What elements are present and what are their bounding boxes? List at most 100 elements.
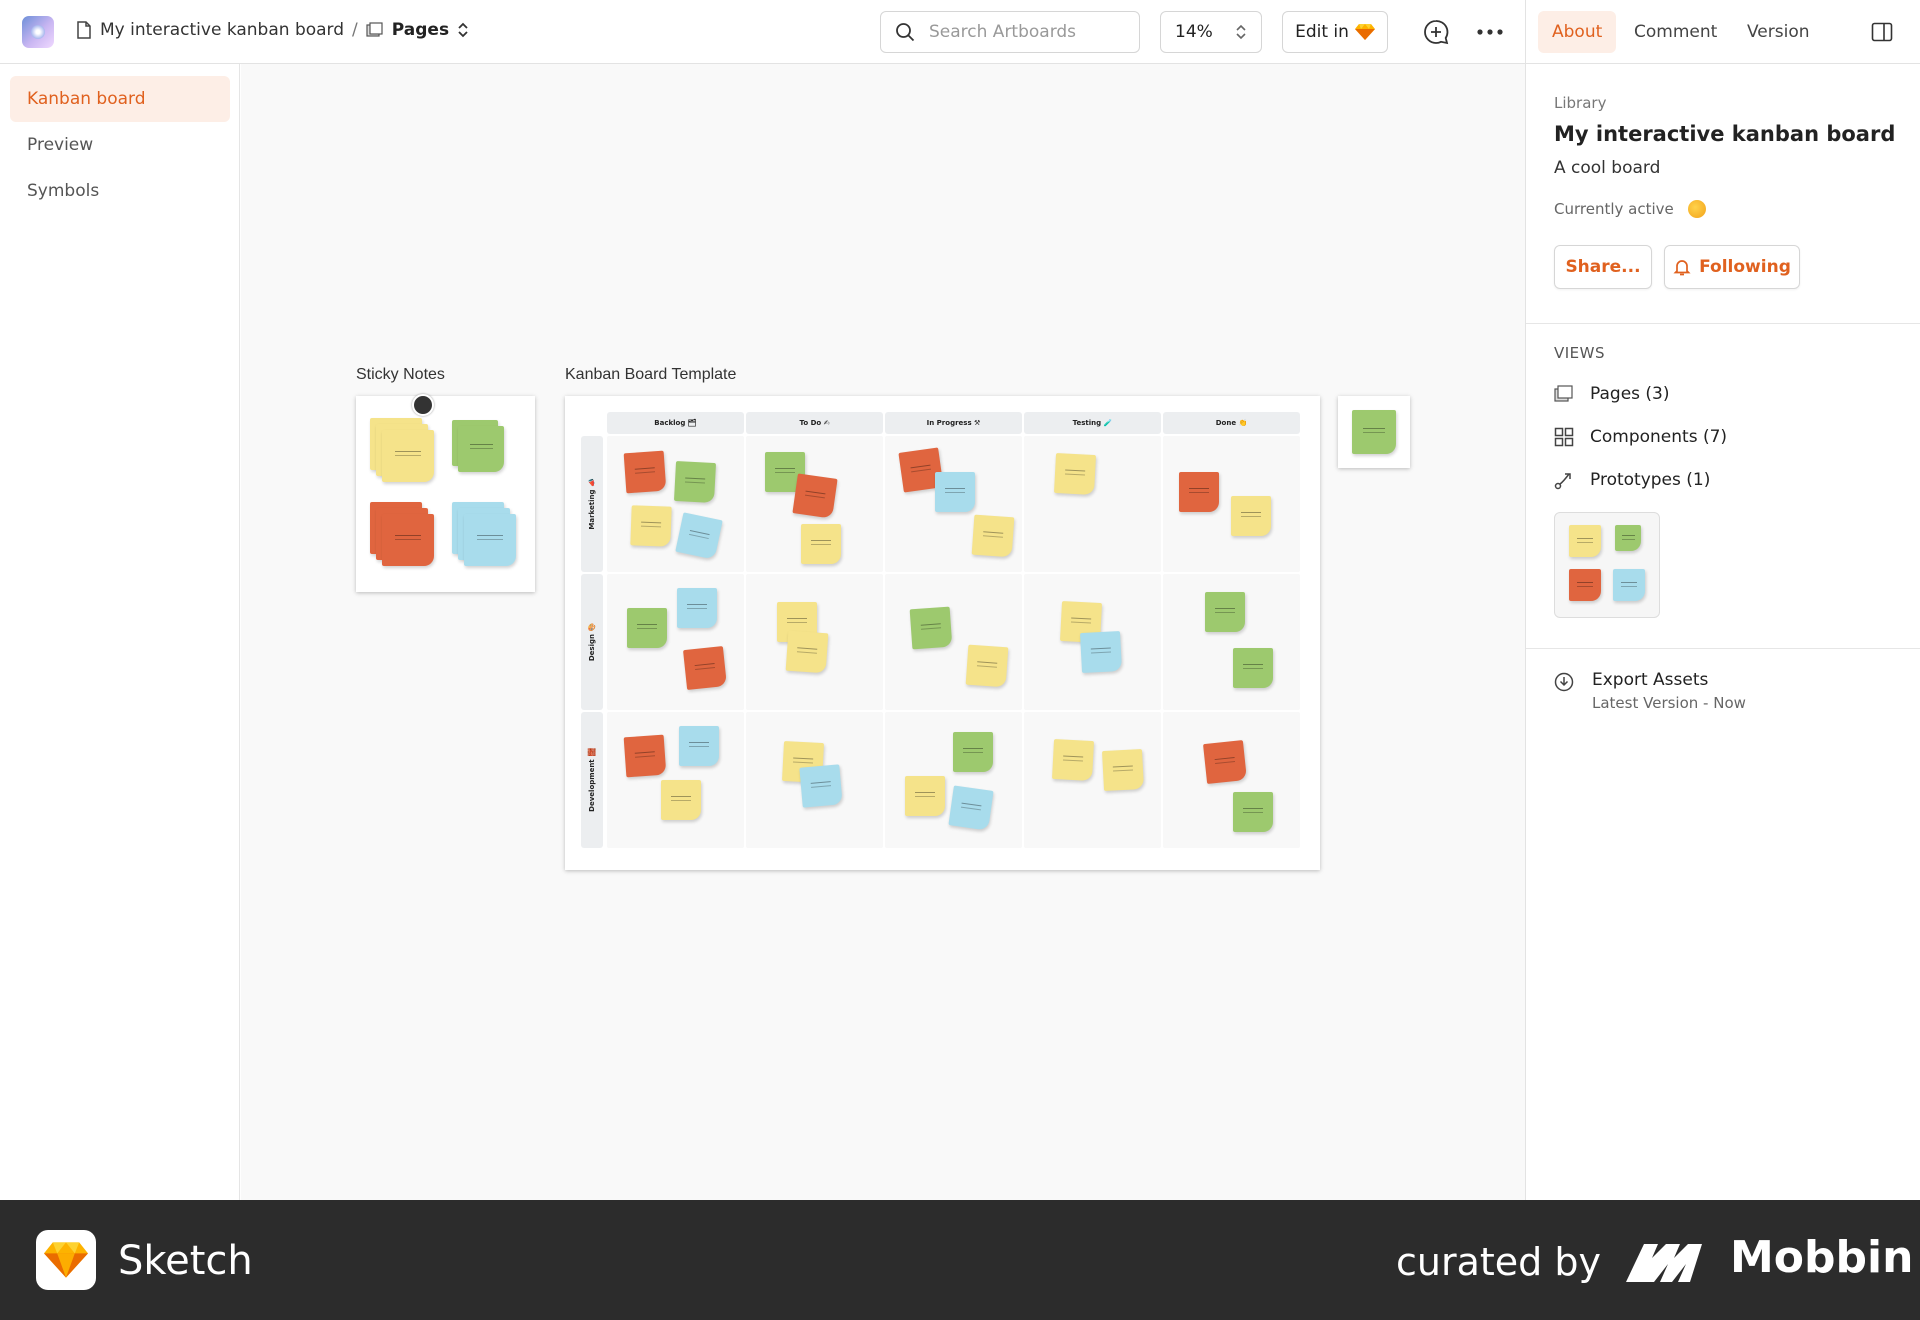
component-thumbnail[interactable] bbox=[1554, 512, 1660, 618]
sticky-note-yellow[interactable] bbox=[801, 524, 841, 564]
kanban-row-label: Design 🎨 bbox=[588, 622, 596, 662]
sidebar-item-label: Symbols bbox=[27, 181, 100, 201]
active-user-avatar[interactable] bbox=[1687, 200, 1706, 218]
sidebar-item-symbols[interactable]: Symbols bbox=[10, 168, 230, 214]
search-input[interactable] bbox=[929, 22, 1119, 42]
sticky-note-yellow[interactable] bbox=[905, 776, 945, 816]
sticky-note-green bbox=[458, 426, 504, 472]
kanban-row-header: Development 🧱 bbox=[581, 712, 603, 848]
pages-sidebar: Kanban board Preview Symbols bbox=[0, 64, 240, 1200]
sticky-note-green[interactable] bbox=[1233, 648, 1273, 688]
pages-icon bbox=[366, 22, 383, 37]
breadcrumb-pages[interactable]: Pages bbox=[392, 20, 449, 40]
view-components-label: Components (7) bbox=[1590, 427, 1728, 447]
sticky-note-red[interactable] bbox=[1179, 472, 1219, 512]
zoom-select[interactable]: 14% bbox=[1160, 11, 1262, 53]
sticky-note-blue[interactable] bbox=[677, 588, 717, 628]
sticky-note-yellow[interactable] bbox=[1051, 738, 1095, 782]
kanban-column-header: Done 👏 bbox=[1163, 412, 1300, 434]
kanban-row-label: Development 🧱 bbox=[588, 748, 596, 812]
sticky-note-red[interactable] bbox=[623, 450, 667, 494]
sticky-note-green bbox=[1615, 525, 1641, 551]
view-prototypes[interactable]: Prototypes (1) bbox=[1554, 470, 1710, 490]
sticky-note-yellow[interactable] bbox=[630, 505, 672, 547]
curated-by-label: curated by bbox=[1396, 1240, 1601, 1284]
kanban-row-header: Marketing 📣 bbox=[581, 436, 603, 572]
artboard-single-note[interactable] bbox=[1338, 396, 1410, 468]
app-window: My interactive kanban board / Pages 14% … bbox=[0, 0, 1920, 1320]
sticky-note-yellow[interactable] bbox=[1053, 452, 1097, 496]
sticky-note-blue[interactable] bbox=[935, 472, 975, 512]
components-icon bbox=[1554, 427, 1574, 447]
sticky-note-red[interactable] bbox=[683, 646, 727, 690]
comment-add-icon bbox=[1424, 20, 1449, 45]
view-prototypes-label: Prototypes (1) bbox=[1590, 470, 1711, 490]
sticky-note-red[interactable] bbox=[1203, 740, 1247, 784]
footer-banner: Sketch curated by Mobbin bbox=[0, 1200, 1920, 1320]
toggle-panel-button[interactable] bbox=[1866, 16, 1898, 48]
sticky-note-red[interactable] bbox=[792, 473, 838, 519]
artboard-label-kanban[interactable]: Kanban Board Template bbox=[565, 366, 736, 384]
view-pages-label: Pages (3) bbox=[1590, 384, 1670, 404]
sticky-note-green[interactable] bbox=[1205, 592, 1245, 632]
chevron-up-down-icon[interactable] bbox=[457, 21, 469, 39]
inspector-panel: About Comment Version Library My interac… bbox=[1525, 0, 1920, 1200]
comment-add-button[interactable] bbox=[1420, 16, 1452, 48]
more-options-button[interactable] bbox=[1474, 16, 1506, 48]
sidebar-item-kanban-board[interactable]: Kanban board bbox=[10, 76, 230, 122]
currently-active-row: Currently active bbox=[1554, 200, 1706, 218]
sticky-note-yellow[interactable] bbox=[661, 780, 701, 820]
sticky-note-green[interactable] bbox=[909, 606, 953, 650]
sticky-note-yellow[interactable] bbox=[785, 630, 829, 674]
sticky-note-green[interactable] bbox=[953, 732, 993, 772]
sidebar-item-preview[interactable]: Preview bbox=[10, 122, 230, 168]
curator-name: Mobbin bbox=[1730, 1232, 1914, 1283]
sticky-note-green[interactable] bbox=[1233, 792, 1273, 832]
sticky-note-green[interactable] bbox=[627, 608, 667, 648]
sketch-logo bbox=[36, 1230, 96, 1290]
search-box[interactable] bbox=[880, 11, 1140, 53]
sticky-note-blue[interactable] bbox=[948, 785, 994, 831]
tab-comment[interactable]: Comment bbox=[1620, 11, 1731, 53]
sticky-note-red[interactable] bbox=[623, 734, 667, 778]
more-horizontal-icon bbox=[1477, 29, 1503, 35]
prototypes-icon bbox=[1554, 473, 1571, 490]
following-button[interactable]: Following bbox=[1664, 245, 1800, 289]
kanban-cell bbox=[885, 574, 1022, 710]
sidebar-item-label: Preview bbox=[27, 135, 94, 155]
artboard-canvas[interactable]: Sticky Notes Kanban Board Template Backl… bbox=[241, 64, 1525, 1200]
artboard-label-sticky-notes[interactable]: Sticky Notes bbox=[356, 366, 445, 384]
document-description: A cool board bbox=[1554, 158, 1661, 178]
sticky-note-green[interactable] bbox=[673, 460, 717, 504]
sticky-note-blue[interactable] bbox=[799, 764, 843, 808]
sticky-note-blue[interactable] bbox=[1079, 630, 1123, 674]
artboard-sticky-notes[interactable] bbox=[356, 394, 535, 592]
edit-in-sketch-button[interactable]: Edit in bbox=[1282, 11, 1388, 53]
document-thumbnail-icon[interactable] bbox=[22, 16, 54, 48]
sticky-note-yellow[interactable] bbox=[965, 644, 1009, 688]
view-pages[interactable]: Pages (3) bbox=[1554, 384, 1670, 404]
pages-icon bbox=[1554, 385, 1573, 402]
kanban-row-label: Marketing 📣 bbox=[588, 478, 596, 530]
sticky-note-blue[interactable] bbox=[679, 726, 719, 766]
breadcrumb-separator: / bbox=[352, 20, 358, 40]
tab-about[interactable]: About bbox=[1538, 11, 1617, 53]
tab-version[interactable]: Version bbox=[1733, 11, 1824, 53]
following-label: Following bbox=[1699, 257, 1791, 277]
footer-brand: Sketch bbox=[118, 1238, 253, 1284]
mobbin-logo-icon bbox=[1626, 1244, 1702, 1282]
sticky-note-yellow[interactable] bbox=[1101, 748, 1145, 792]
bell-icon bbox=[1673, 260, 1691, 276]
sketch-diamond-icon bbox=[1354, 24, 1375, 40]
divider bbox=[1526, 648, 1920, 649]
sticky-note-green bbox=[1352, 410, 1396, 454]
sticky-note-red bbox=[1569, 569, 1601, 601]
view-components[interactable]: Components (7) bbox=[1554, 427, 1727, 447]
sidebar-item-label: Kanban board bbox=[27, 89, 146, 109]
artboard-kanban-board[interactable]: Backlog 🗂 To Do ✍ In Progress ⚒ Testing … bbox=[565, 396, 1320, 870]
sidebar-right-icon bbox=[1871, 22, 1893, 42]
sticky-note-yellow[interactable] bbox=[1231, 496, 1271, 536]
breadcrumb-document[interactable]: My interactive kanban board bbox=[100, 20, 344, 40]
sticky-note-yellow[interactable] bbox=[971, 514, 1015, 558]
share-button[interactable]: Share... bbox=[1554, 245, 1652, 289]
